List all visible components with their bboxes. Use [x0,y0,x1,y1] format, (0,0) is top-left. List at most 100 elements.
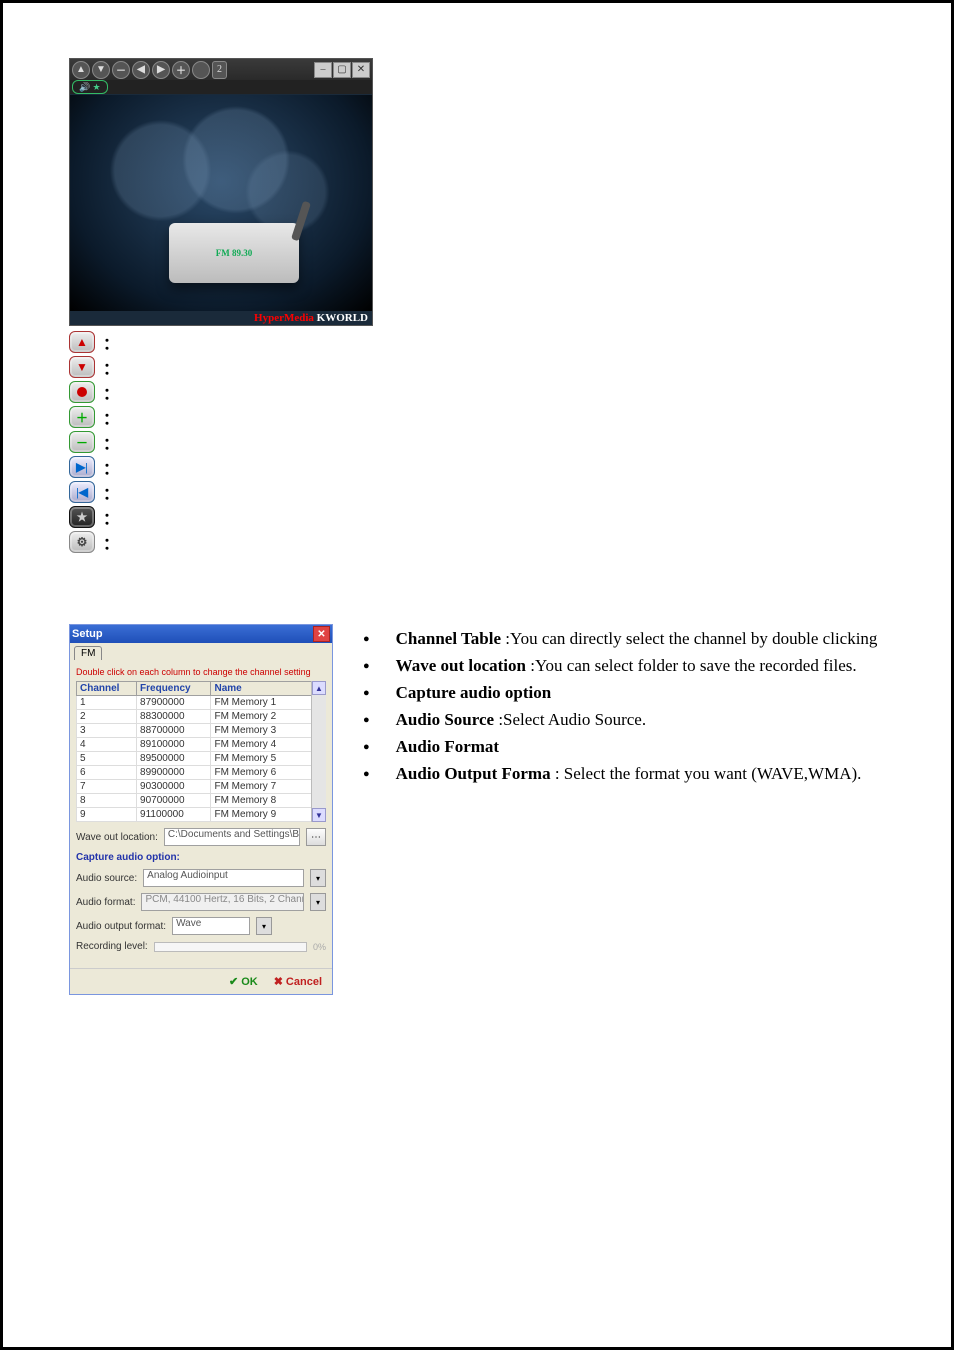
table-cell[interactable]: FM Memory 4 [211,738,326,752]
audio-format-label: Audio format: [76,897,135,908]
table-row[interactable]: 288300000FM Memory 2 [77,710,326,724]
audio-source-dropdown-icon[interactable]: ▾ [310,869,326,887]
table-cell[interactable]: 89900000 [137,766,211,780]
table-cell[interactable]: 90300000 [137,780,211,794]
scroll-down-icon[interactable]: ▼ [312,808,326,822]
audio-output-field[interactable]: Wave [172,917,250,935]
list-item: Wave out location :You can select folder… [363,655,877,678]
recording-level-label: Recording level: [76,941,148,952]
scan-down-icon[interactable]: ▼ [69,356,95,378]
table-cell[interactable]: FM Memory 6 [211,766,326,780]
table-cell[interactable]: 9 [77,808,137,822]
setup-title-text: Setup [72,628,103,640]
prev-channel-icon[interactable]: |◀ [69,481,95,503]
description-list: Channel Table :You can directly select t… [363,628,877,790]
table-cell[interactable]: 6 [77,766,137,780]
recording-level-value: 0% [313,942,326,952]
table-cell[interactable]: 3 [77,724,137,738]
browse-button[interactable]: ⋯ [306,828,326,846]
cancel-button[interactable]: ✖ Cancel [274,975,322,988]
record-icon[interactable] [192,61,210,79]
audio-source-label: Audio source: [76,873,137,884]
col-channel[interactable]: Channel [77,682,137,696]
add-channel-icon[interactable]: ＋ [69,406,95,428]
audio-output-label: Audio output format: [76,921,166,932]
table-cell[interactable]: 1 [77,696,137,710]
remove-channel-icon[interactable]: － [69,431,95,453]
table-row[interactable]: 991100000FM Memory 9 [77,808,326,822]
icon-legend: ▲：▼：：＋：－：▶|：|◀：★：⚙： [69,330,911,554]
table-cell[interactable]: 2 [77,710,137,724]
table-cell[interactable]: FM Memory 7 [211,780,326,794]
table-cell[interactable]: 5 [77,752,137,766]
footer-brand: HyperMedia KWORLD [250,311,372,325]
table-scrollbar[interactable]: ▲ ▼ [311,681,326,822]
wave-out-field[interactable]: C:\Documents and Settings\BA-8949\My Doc… [164,828,300,846]
table-row[interactable]: 890700000FM Memory 8 [77,794,326,808]
table-cell[interactable]: 7 [77,780,137,794]
table-cell[interactable]: 90700000 [137,794,211,808]
setup-close-button[interactable]: ✕ [313,626,330,642]
maximize-icon[interactable]: ▢ [333,62,351,78]
setup-titlebar: Setup ✕ [70,625,332,643]
table-cell[interactable]: 87900000 [137,696,211,710]
table-cell[interactable]: 91100000 [137,808,211,822]
bullet-title: Wave out location [396,656,526,675]
table-cell[interactable]: 89500000 [137,752,211,766]
table-cell[interactable]: FM Memory 5 [211,752,326,766]
add-icon[interactable]: ＋ [172,61,190,79]
tab-fm[interactable]: FM [74,646,102,660]
radio-device: FM 89.30 [169,223,299,283]
colon-separator: ： [103,330,119,354]
scan-down-icon[interactable]: ▼ [92,61,110,79]
audio-favorite-pill[interactable]: 🔊 ★ [72,80,108,94]
scan-up-icon[interactable]: ▲ [72,61,90,79]
bullet-title: Audio Output Forma [396,764,551,783]
table-row[interactable]: 689900000FM Memory 6 [77,766,326,780]
scroll-up-icon[interactable]: ▲ [312,681,326,695]
settings-icon[interactable]: ⚙ [69,531,95,553]
table-row[interactable]: 790300000FM Memory 7 [77,780,326,794]
table-cell[interactable]: FM Memory 8 [211,794,326,808]
table-cell[interactable]: 4 [77,738,137,752]
table-row[interactable]: 187900000FM Memory 1 [77,696,326,710]
scan-up-icon[interactable]: ▲ [69,331,95,353]
icon-legend-row: |◀： [69,480,911,504]
col-frequency[interactable]: Frequency [137,682,211,696]
list-item: Capture audio option [363,682,877,705]
table-cell[interactable]: 88300000 [137,710,211,724]
icon-legend-row: ★： [69,505,911,529]
table-row[interactable]: 489100000FM Memory 4 [77,738,326,752]
table-row[interactable]: 388700000FM Memory 3 [77,724,326,738]
close-icon[interactable]: ✕ [352,62,370,78]
ok-button[interactable]: ✔ OK [229,975,258,988]
col-name[interactable]: Name [211,682,326,696]
audio-format-dropdown-icon[interactable]: ▾ [310,893,326,911]
list-item: Audio Source :Select Audio Source. [363,709,877,732]
audio-output-dropdown-icon[interactable]: ▾ [256,917,272,935]
fm-player-window: ▲ ▼ － ◀ ▶ ＋ 2 – ▢ ✕ 🔊 ★ FM 89.30 [69,58,373,326]
list-item: Channel Table :You can directly select t… [363,628,877,651]
table-cell[interactable]: 88700000 [137,724,211,738]
prev-icon[interactable]: ◀ [132,61,150,79]
next-channel-icon[interactable]: ▶| [69,456,95,478]
table-cell[interactable]: 8 [77,794,137,808]
colon-separator: ： [103,380,119,404]
record-icon[interactable] [69,381,95,403]
table-cell[interactable]: FM Memory 3 [211,724,326,738]
audio-source-field[interactable]: Analog Audioinput [143,869,304,887]
bullet-title: Audio Format [396,737,499,756]
channel-table[interactable]: Channel Frequency Name 187900000FM Memor… [76,681,326,822]
remove-icon[interactable]: － [112,61,130,79]
setup-hint: Double click on each column to change th… [76,667,326,677]
colon-separator: ： [103,355,119,379]
table-cell[interactable]: FM Memory 2 [211,710,326,724]
favorite-icon[interactable]: ★ [69,506,95,528]
minimize-icon[interactable]: – [314,62,332,78]
table-cell[interactable]: 89100000 [137,738,211,752]
table-cell[interactable]: FM Memory 9 [211,808,326,822]
table-row[interactable]: 589500000FM Memory 5 [77,752,326,766]
next-icon[interactable]: ▶ [152,61,170,79]
icon-legend-row: ▼： [69,355,911,379]
table-cell[interactable]: FM Memory 1 [211,696,326,710]
